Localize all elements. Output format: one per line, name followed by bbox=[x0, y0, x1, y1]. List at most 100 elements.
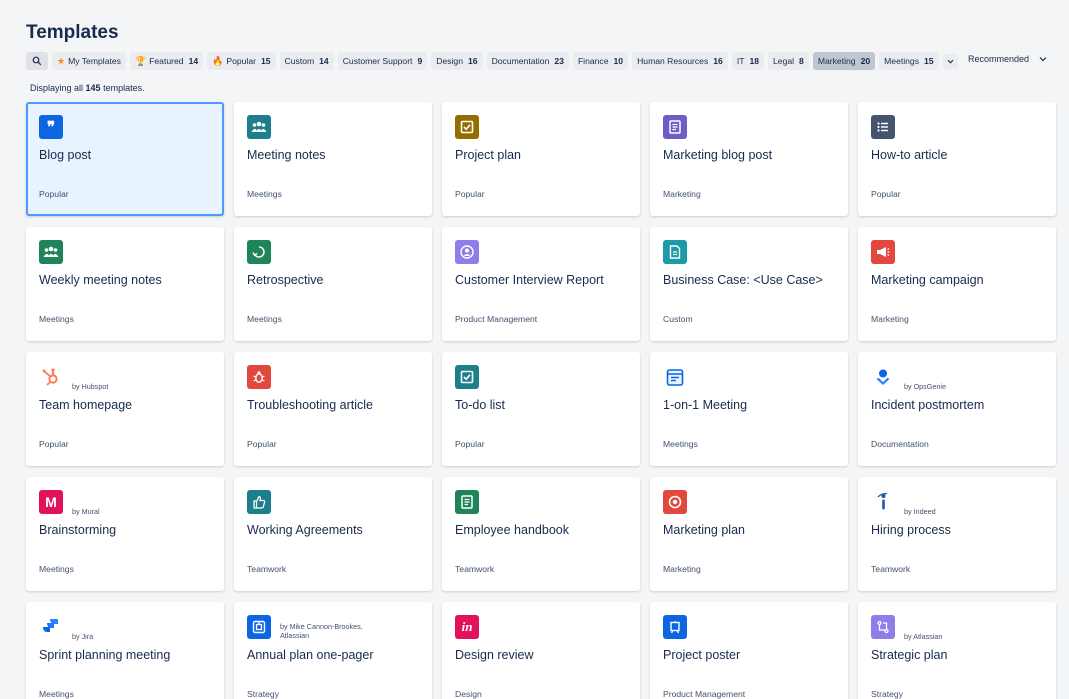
template-card[interactable]: Project poster Product Management bbox=[650, 602, 848, 699]
card-category: Product Management bbox=[663, 689, 746, 699]
filter-chip[interactable]: IT 18 bbox=[731, 52, 765, 70]
card-title: Design review bbox=[455, 648, 534, 662]
template-card[interactable]: Marketing blog post Marketing bbox=[650, 102, 848, 216]
template-card[interactable]: ❞ Blog post Popular bbox=[26, 102, 224, 216]
target-icon bbox=[663, 490, 687, 514]
filter-chip[interactable]: Design 16 bbox=[431, 52, 483, 70]
template-card[interactable]: Customer Interview Report Product Managem… bbox=[442, 227, 640, 341]
card-title: Brainstorming bbox=[39, 523, 117, 537]
card-category: Popular bbox=[455, 439, 485, 449]
chevron-down-icon bbox=[947, 59, 953, 64]
filter-chip-label: My Templates bbox=[68, 56, 121, 66]
template-card[interactable]: by Jira Sprint planning meeting Meetings bbox=[26, 602, 224, 699]
card-category: Marketing bbox=[871, 314, 909, 324]
template-card[interactable]: by Mike Cannon-Brookes, Atlassian Annual … bbox=[234, 602, 432, 699]
megaphone-icon bbox=[871, 240, 895, 264]
template-card[interactable]: Marketing campaign Marketing bbox=[858, 227, 1056, 341]
template-card[interactable]: Meeting notes Meetings bbox=[234, 102, 432, 216]
filter-chip[interactable]: Human Resources 16 bbox=[632, 52, 728, 70]
filter-chip-label: Documentation bbox=[491, 56, 550, 66]
card-title: Business Case: <Use Case> bbox=[663, 273, 823, 287]
template-grid: ❞ Blog post Popular Meeting notes Meetings Pr… bbox=[26, 102, 1056, 699]
filter-chip[interactable]: Marketing 20 bbox=[812, 52, 876, 70]
sort-dropdown[interactable]: Recommended bbox=[968, 54, 1047, 64]
hubspot-icon bbox=[39, 365, 63, 389]
card-title: Annual plan one-pager bbox=[247, 648, 374, 662]
filter-chip-label: Marketing bbox=[817, 56, 856, 66]
filter-chip-label: IT bbox=[736, 56, 745, 66]
card-author: by Atlassian bbox=[904, 632, 943, 641]
more-filters-button[interactable] bbox=[942, 53, 958, 69]
book-icon bbox=[455, 490, 479, 514]
template-card[interactable]: by Hubspot Team homepage Popular bbox=[26, 352, 224, 466]
card-title: Meeting notes bbox=[247, 148, 326, 162]
card-category: Product Management bbox=[455, 314, 538, 324]
card-category: Strategy bbox=[871, 689, 904, 699]
filter-chip-label: Human Resources bbox=[637, 56, 709, 66]
card-title: Marketing blog post bbox=[663, 148, 773, 162]
filter-chip[interactable]: ★ My Templates bbox=[52, 52, 126, 70]
people-icon bbox=[39, 240, 63, 264]
filter-chip[interactable]: 🔥 Popular 15 bbox=[207, 52, 276, 70]
card-category: Popular bbox=[247, 439, 277, 449]
filter-chip-label: Featured bbox=[149, 56, 184, 66]
filter-chip[interactable]: Custom 14 bbox=[279, 52, 334, 70]
card-title: Marketing campaign bbox=[871, 273, 984, 287]
template-card[interactable]: Employee handbook Teamwork bbox=[442, 477, 640, 591]
card-title: Employee handbook bbox=[455, 523, 569, 537]
mural-icon: M bbox=[39, 490, 63, 514]
template-card[interactable]: How-to article Popular bbox=[858, 102, 1056, 216]
star-icon: ★ bbox=[57, 55, 66, 66]
template-card[interactable]: in Design review Design bbox=[442, 602, 640, 699]
refresh-icon bbox=[247, 240, 271, 264]
filter-chip-count: 10 bbox=[613, 56, 624, 66]
card-category: Meetings bbox=[39, 689, 74, 699]
template-card[interactable]: by Atlassian Strategic plan Strategy bbox=[858, 602, 1056, 699]
card-title: Troubleshooting article bbox=[247, 398, 373, 412]
filter-chip-label: Customer Support bbox=[342, 56, 413, 66]
card-category: Design bbox=[455, 689, 482, 699]
filter-chip-count: 16 bbox=[468, 56, 478, 66]
filter-chip[interactable]: Customer Support 9 bbox=[337, 52, 428, 70]
template-card[interactable]: by Indeed Hiring process Teamwork bbox=[858, 477, 1056, 591]
filter-chip[interactable]: Legal 8 bbox=[768, 52, 809, 70]
template-card[interactable]: by OpsGenie Incident postmortem Documentat… bbox=[858, 352, 1056, 466]
template-card[interactable]: Working Agreements Teamwork bbox=[234, 477, 432, 591]
template-card[interactable]: 1-on-1 Meeting Meetings bbox=[650, 352, 848, 466]
card-category: Popular bbox=[455, 189, 485, 199]
filter-chip-count: 16 bbox=[713, 56, 723, 66]
search-button[interactable] bbox=[26, 52, 48, 70]
filter-chip-count: 23 bbox=[554, 56, 564, 66]
page-icon bbox=[663, 240, 687, 264]
card-title: Project poster bbox=[663, 648, 741, 662]
template-card[interactable]: Retrospective Meetings bbox=[234, 227, 432, 341]
filter-chip[interactable]: 🏆 Featured 14 bbox=[129, 52, 204, 70]
card-title: Strategic plan bbox=[871, 648, 948, 662]
quote-icon: ❞ bbox=[39, 115, 63, 139]
filter-chip-count: 15 bbox=[260, 56, 271, 66]
filter-chip[interactable]: Finance 10 bbox=[572, 52, 629, 70]
card-category: Popular bbox=[39, 189, 69, 199]
filter-chip-count: 18 bbox=[749, 56, 760, 66]
people-icon bbox=[247, 115, 271, 139]
poster-icon bbox=[663, 615, 687, 639]
filter-chip-label: Meetings bbox=[884, 56, 919, 66]
filter-chip-count: 20 bbox=[860, 56, 871, 66]
template-card[interactable]: To-do list Popular bbox=[442, 352, 640, 466]
card-category: Documentation bbox=[871, 439, 929, 449]
bug-icon bbox=[247, 365, 271, 389]
card-title: Blog post bbox=[39, 148, 92, 162]
card-title: Weekly meeting notes bbox=[39, 273, 162, 287]
template-card[interactable]: Troubleshooting article Popular bbox=[234, 352, 432, 466]
filter-chip[interactable]: Meetings 15 bbox=[879, 52, 939, 70]
card-author: by Mural bbox=[72, 507, 100, 516]
template-card[interactable]: Mby Mural Brainstorming Meetings bbox=[26, 477, 224, 591]
filter-chip[interactable]: Documentation 23 bbox=[486, 52, 569, 70]
template-card[interactable]: Business Case: <Use Case> Custom bbox=[650, 227, 848, 341]
template-card[interactable]: Marketing plan Marketing bbox=[650, 477, 848, 591]
template-card[interactable]: Project plan Popular bbox=[442, 102, 640, 216]
card-title: Working Agreements bbox=[247, 523, 363, 537]
page-title: Templates bbox=[26, 22, 119, 43]
card-title: Hiring process bbox=[871, 523, 951, 537]
template-card[interactable]: Weekly meeting notes Meetings bbox=[26, 227, 224, 341]
